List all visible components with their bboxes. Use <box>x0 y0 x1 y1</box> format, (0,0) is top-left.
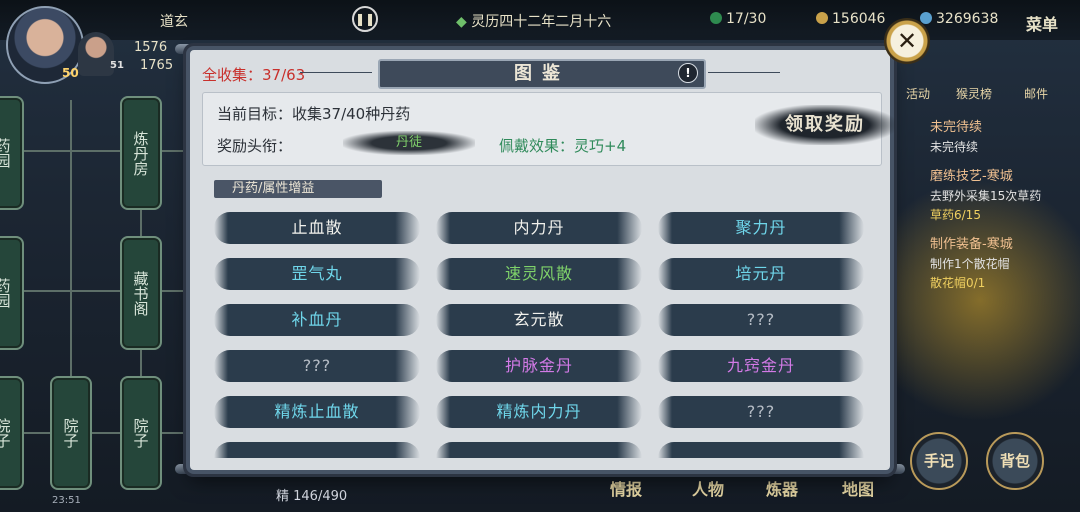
node-label: 炼丹房 <box>131 130 150 176</box>
backpack-button[interactable]: 背包 <box>986 432 1044 490</box>
item-card[interactable]: 聚力丹 <box>658 212 864 244</box>
category-tab[interactable]: 丹药/属性增益 <box>214 180 382 198</box>
currency2-counter: 3269638 <box>920 11 998 27</box>
node-label: 院子 <box>131 418 150 448</box>
reward-label: 奖励头衔： <box>217 137 293 155</box>
modal-title: 图鉴 <box>378 59 706 89</box>
quest-text: 未完待续 <box>930 140 979 154</box>
hp-value: 1576 <box>134 40 168 55</box>
info-icon[interactable]: ! <box>678 63 698 83</box>
location-label: 道玄 <box>160 14 188 30</box>
character-menu-button[interactable]: 人物 <box>692 476 724 500</box>
map-menu-button[interactable]: 地图 <box>842 476 874 500</box>
quest-text: 制作1个散花帽 <box>930 257 1010 271</box>
collection-progress: 全收集：37/63 <box>202 66 306 84</box>
item-card-partial[interactable] <box>658 442 864 458</box>
item-card[interactable]: 速灵风散 <box>436 258 642 290</box>
quest-progress: 草药6/15 <box>930 208 981 222</box>
map-node-herb-garden[interactable]: 药园 <box>0 96 24 210</box>
item-card[interactable]: 玄元散 <box>436 304 642 336</box>
energy-icon <box>710 12 722 24</box>
item-card[interactable]: 内力丹 <box>436 212 642 244</box>
currency2-value: 3269638 <box>936 11 999 27</box>
date-text: 灵历四十二年二月十六 <box>471 14 612 30</box>
map-node-courtyard[interactable]: 院子 <box>50 376 92 490</box>
node-label: 院子 <box>61 418 80 448</box>
pause-icon[interactable]: ❚❚ <box>352 6 378 32</box>
quest-progress: 散花帽0/1 <box>930 276 986 290</box>
events-icon[interactable]: 活动 <box>900 62 936 101</box>
mp-value: 1765 <box>140 58 174 73</box>
item-card[interactable]: 罡气丸 <box>214 258 420 290</box>
mail-label: 邮件 <box>1023 87 1048 101</box>
quest-text: 去野外采集15次草药 <box>930 189 1042 203</box>
compendium-modal: 全收集：37/63 图鉴 ! 当前目标：收集37/40种丹药 奖励头衔： 丹徒 … <box>190 50 895 470</box>
stamina-counter: 精 146/490 <box>276 489 348 504</box>
node-label: 藏书阁 <box>131 270 150 316</box>
goal-text: 当前目标：收集37/40种丹药 <box>217 105 411 123</box>
quest-item[interactable]: 磨练技艺-寒城 去野外采集15次草药 草药6/15 <box>930 165 1080 223</box>
ranking-icon[interactable]: 猴灵榜 <box>956 62 993 101</box>
coin-counter: 156046 <box>816 11 885 27</box>
claim-reward-button[interactable]: 领取奖励 <box>755 105 895 145</box>
events-label: 活动 <box>905 87 930 101</box>
quest-title: 制作装备-寒城 <box>930 237 1013 252</box>
mail-icon[interactable]: 邮件 <box>1018 62 1054 101</box>
companion-avatar[interactable] <box>78 32 114 76</box>
quest-item[interactable]: 制作装备-寒城 制作1个散花帽 散花帽0/1 <box>930 233 1080 291</box>
gem-icon <box>920 12 932 24</box>
item-card[interactable]: ??? <box>658 304 864 336</box>
reward-title-badge: 丹徒 <box>343 131 475 155</box>
quest-title: 未完待续 <box>930 120 983 135</box>
map-node-courtyard[interactable]: 院子 <box>0 376 24 490</box>
item-card[interactable]: 培元丹 <box>658 258 864 290</box>
title-divider <box>708 72 780 73</box>
node-label: 药园 <box>0 138 12 168</box>
coin-value: 156046 <box>832 11 886 27</box>
ranking-label: 猴灵榜 <box>956 87 993 101</box>
close-icon[interactable]: ✕ <box>884 18 930 64</box>
item-card[interactable]: 精炼内力丹 <box>436 396 642 428</box>
title-divider <box>300 72 372 73</box>
player-level: 50 <box>62 66 79 80</box>
energy-counter: 17/30 <box>710 11 766 27</box>
info-menu-button[interactable]: 情报 <box>610 476 642 500</box>
clock-readout: 23:51 <box>52 495 81 506</box>
quest-item[interactable]: 未完待续 未完待续 <box>930 116 1080 155</box>
calendar-icon: ◆ <box>456 14 467 30</box>
quest-title: 磨练技艺-寒城 <box>930 169 1013 184</box>
energy-value: 17/30 <box>726 11 767 27</box>
menu-button[interactable]: 菜单 <box>1026 11 1058 35</box>
quest-tracker: 未完待续 未完待续 磨练技艺-寒城 去野外采集15次草药 草药6/15 制作装备… <box>930 108 1080 291</box>
forge-menu-button[interactable]: 炼器 <box>766 476 798 500</box>
modal-title-text: 图鉴 <box>514 63 570 84</box>
item-card[interactable]: 补血丹 <box>214 304 420 336</box>
item-card-partial[interactable] <box>214 442 420 458</box>
map-node-library[interactable]: 藏书阁 <box>120 236 162 350</box>
node-label: 院子 <box>0 418 12 448</box>
map-node-courtyard[interactable]: 院子 <box>120 376 162 490</box>
item-card[interactable]: 止血散 <box>214 212 420 244</box>
calendar-date: ◆ 灵历四十二年二月十六 <box>456 11 611 31</box>
coin-icon <box>816 12 828 24</box>
item-card[interactable]: 九窍金丹 <box>658 350 864 382</box>
node-label: 药园 <box>0 278 12 308</box>
item-card-partial[interactable] <box>436 442 642 458</box>
item-grid: 止血散 内力丹 聚力丹 罡气丸 速灵风散 培元丹 补血丹 玄元散 ??? ???… <box>214 212 868 458</box>
goal-panel: 当前目标：收集37/40种丹药 奖励头衔： 丹徒 佩戴效果：灵巧+4 领取奖励 <box>202 92 895 166</box>
item-card[interactable]: 护脉金丹 <box>436 350 642 382</box>
journal-button[interactable]: 手记 <box>910 432 968 490</box>
equip-effect: 佩戴效果：灵巧+4 <box>499 137 627 155</box>
map-node-alchemy-room[interactable]: 炼丹房 <box>120 96 162 210</box>
item-card[interactable]: 精炼止血散 <box>214 396 420 428</box>
companion-level: 51 <box>110 60 124 71</box>
item-card[interactable]: ??? <box>658 396 864 428</box>
map-node-herb-garden[interactable]: 药园 <box>0 236 24 350</box>
item-card[interactable]: ??? <box>214 350 420 382</box>
